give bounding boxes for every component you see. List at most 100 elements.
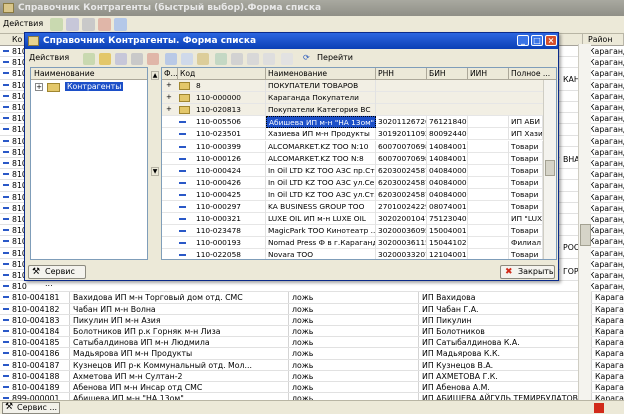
item-icon — [179, 133, 186, 136]
sort-icon[interactable] — [263, 53, 275, 65]
table-row[interactable]: 810-004185 Сатыбалдинова ИП м-н Людмила ло… — [0, 337, 624, 349]
modal-actions-menu[interactable]: Действия — [29, 52, 69, 64]
cell-iin — [468, 140, 509, 153]
col-bin[interactable]: БИН — [427, 68, 468, 80]
row-full-name: ИП Мадьярова К.К. — [418, 348, 578, 359]
table-row[interactable]: 110-000426 In Oil LTD KZ ТОО АЗС ул.Се...… — [162, 176, 556, 189]
copy-icon[interactable] — [115, 53, 127, 65]
goto-menu[interactable]: Перейти — [303, 52, 353, 64]
col-full[interactable]: Полное ... — [509, 68, 556, 80]
cell-bin: 76121840... — [429, 116, 468, 129]
col-rnn[interactable]: РНН — [376, 68, 427, 80]
edit-icon[interactable] — [82, 18, 95, 31]
table-row[interactable]: 810-004186 Мадьярова ИП м-н Продукты ложь И… — [0, 348, 624, 360]
table-row[interactable]: 110-000321 LUXE OIL ИП м-н LUXE OIL 302020… — [162, 213, 556, 226]
table-row[interactable]: 110-005506 Абишева ИП м-н "НА 13ом" 302011… — [162, 116, 556, 129]
table-row[interactable]: 810-004183 Пикулин ИП м-н Азия ложь ИП Пику… — [0, 314, 624, 326]
add-icon[interactable] — [50, 18, 63, 31]
group-name: Покупатели Категория ВС — [266, 104, 376, 117]
table-row[interactable]: 810-004182 Чабан ИП м-н Волна ложь ИП Чабан… — [0, 303, 624, 315]
clear-filter-icon[interactable] — [247, 53, 259, 65]
filter-list-icon[interactable] — [231, 53, 243, 65]
expand-icon[interactable]: + — [166, 93, 172, 101]
cell-iin — [468, 152, 509, 165]
table-row[interactable]: 110-000425 In Oil LTD KZ ТОО АЗС ул.Ст...… — [162, 188, 556, 201]
cell-name: Nomad Press Ф в г.Караганд... — [268, 237, 376, 250]
edit-icon[interactable] — [131, 53, 143, 65]
group-code: 110-000000 — [194, 92, 266, 105]
table-row[interactable]: 899-000001 Абишева ИП м-н "НА 13ом" ложь ИП… — [0, 393, 624, 400]
background-scrollbar[interactable] — [578, 44, 591, 400]
cell-full: Товари — [509, 201, 543, 213]
table-row[interactable]: 110-000126 ALCOMARKET.KZ ТОО N:8 600700706… — [162, 152, 556, 165]
table-row[interactable]: 110-023501 Хазиева ИП м-н Продукты 3019201… — [162, 128, 556, 141]
delete-icon[interactable] — [147, 53, 159, 65]
table-row[interactable]: 110-000193 Nomad Press Ф в г.Караганд... 3… — [162, 237, 556, 250]
col-code[interactable]: Код — [178, 68, 266, 80]
list-view-icon[interactable] — [181, 53, 193, 65]
cell-name: Абишева ИП м-н "НА 13ом" — [266, 116, 376, 129]
dropdown-icon[interactable] — [281, 53, 293, 65]
col-iin[interactable]: ИИН — [468, 68, 509, 80]
minimize-button[interactable]: _ — [517, 35, 529, 46]
cell-rnn: 620300245872 — [378, 176, 427, 189]
tree-item-contractors[interactable]: + Контрагенты — [35, 81, 124, 93]
close-form-button[interactable]: Закрыть — [500, 265, 555, 279]
group-row[interactable]: +110-000000 Караганда Покупатели — [162, 92, 556, 105]
item-icon — [179, 218, 186, 221]
table-row[interactable]: 810-004187 Кузнецов ИП р-к Коммунальный о… — [0, 359, 624, 371]
cell-full: Филиал — [509, 237, 543, 250]
splitter[interactable]: ▲ ▼ — [150, 67, 160, 260]
add-icon[interactable] — [83, 53, 95, 65]
cell-iin — [468, 213, 509, 226]
table-row[interactable]: 810-004184 Болотников ИП р.к Горняк м-н Л… — [0, 326, 624, 338]
cell-full: Товари — [509, 176, 543, 189]
filter-icon[interactable] — [215, 53, 227, 65]
group-row[interactable]: +8 ПОКУПАТЕЛИ ТОВАРОВ — [162, 80, 556, 93]
table-row[interactable]: 810-004189 Абенова ИП м-н Инсар отд СМС ло… — [0, 382, 624, 394]
table-row[interactable]: 110-022058Novara ТОО30200033207212104001… — [162, 249, 556, 259]
grid-scrollbar-thumb[interactable] — [545, 160, 555, 176]
background-scrollbar-thumb[interactable] — [580, 224, 591, 246]
modal-title-bar: Справочник Контрагенты. Форма списка _ □… — [25, 33, 558, 49]
close-icon[interactable] — [594, 403, 604, 413]
cell-name: MagicPark ТОО Кинотеатр ... — [268, 225, 376, 238]
group-name: Караганда Покупатели — [266, 92, 376, 105]
hierarchy-icon[interactable] — [165, 53, 177, 65]
cell-bin: 75123040... — [429, 213, 468, 226]
cell-iin — [468, 249, 509, 259]
row-name: Ахметова ИП м-н Султан-2 — [69, 370, 288, 381]
table-row[interactable]: 810-004181 Вахидова ИП м-н Торговый дом о… — [0, 292, 624, 304]
copy-icon[interactable] — [66, 18, 79, 31]
table-row[interactable]: 810-004188 Ахметова ИП м-н Султан-2 ложь ИП… — [0, 370, 624, 382]
grid-scrollbar[interactable] — [543, 80, 556, 259]
row-flag: ложь — [288, 337, 418, 348]
close-button[interactable]: × — [545, 35, 557, 46]
delete-icon[interactable] — [98, 18, 111, 31]
table-row[interactable]: 110-000399 ALCOMARKET.KZ ТОО N:10 60070070… — [162, 140, 556, 153]
col-name[interactable]: Наименование — [266, 68, 376, 80]
expand-icon[interactable]: + — [166, 105, 172, 113]
background-service-button[interactable]: Сервис ... — [2, 402, 60, 414]
move-to-group-icon[interactable] — [197, 53, 209, 65]
table-row[interactable]: 110-000424 In Oil LTD KZ ТОО АЗС пр.Ст...… — [162, 164, 556, 177]
table-row[interactable]: 110-000297 KA BUSINESS GROUP ТОО 270100242… — [162, 201, 556, 214]
expand-icon[interactable]: + — [166, 81, 172, 89]
row-code: 810-004183 — [12, 315, 60, 325]
folder-icon — [179, 82, 190, 90]
chevron-down-icon[interactable]: ▼ — [151, 167, 159, 176]
background-actions-menu[interactable]: Действия — [3, 19, 43, 28]
add-group-icon[interactable] — [99, 53, 111, 65]
table-row[interactable]: 810Караганда — [0, 281, 624, 293]
tree-header[interactable]: Наименование — [31, 68, 147, 80]
group-row[interactable]: +110-020813 Покупатели Категория ВС — [162, 104, 556, 117]
expand-icon[interactable]: + — [35, 83, 43, 91]
chevron-up-icon[interactable]: ▲ — [151, 71, 159, 80]
cell-full: ИП Хази — [511, 128, 543, 141]
maximize-button[interactable]: □ — [531, 35, 543, 46]
service-button[interactable]: Сервис ... — [28, 265, 86, 288]
refresh-icon[interactable] — [114, 18, 127, 31]
col-f[interactable]: Ф... — [162, 68, 178, 80]
table-row[interactable]: 110-023478 MagicPark ТОО Кинотеатр ... 302… — [162, 225, 556, 238]
cell-name: In Oil LTD KZ ТОО АЗС ул.Ст... — [268, 188, 376, 201]
